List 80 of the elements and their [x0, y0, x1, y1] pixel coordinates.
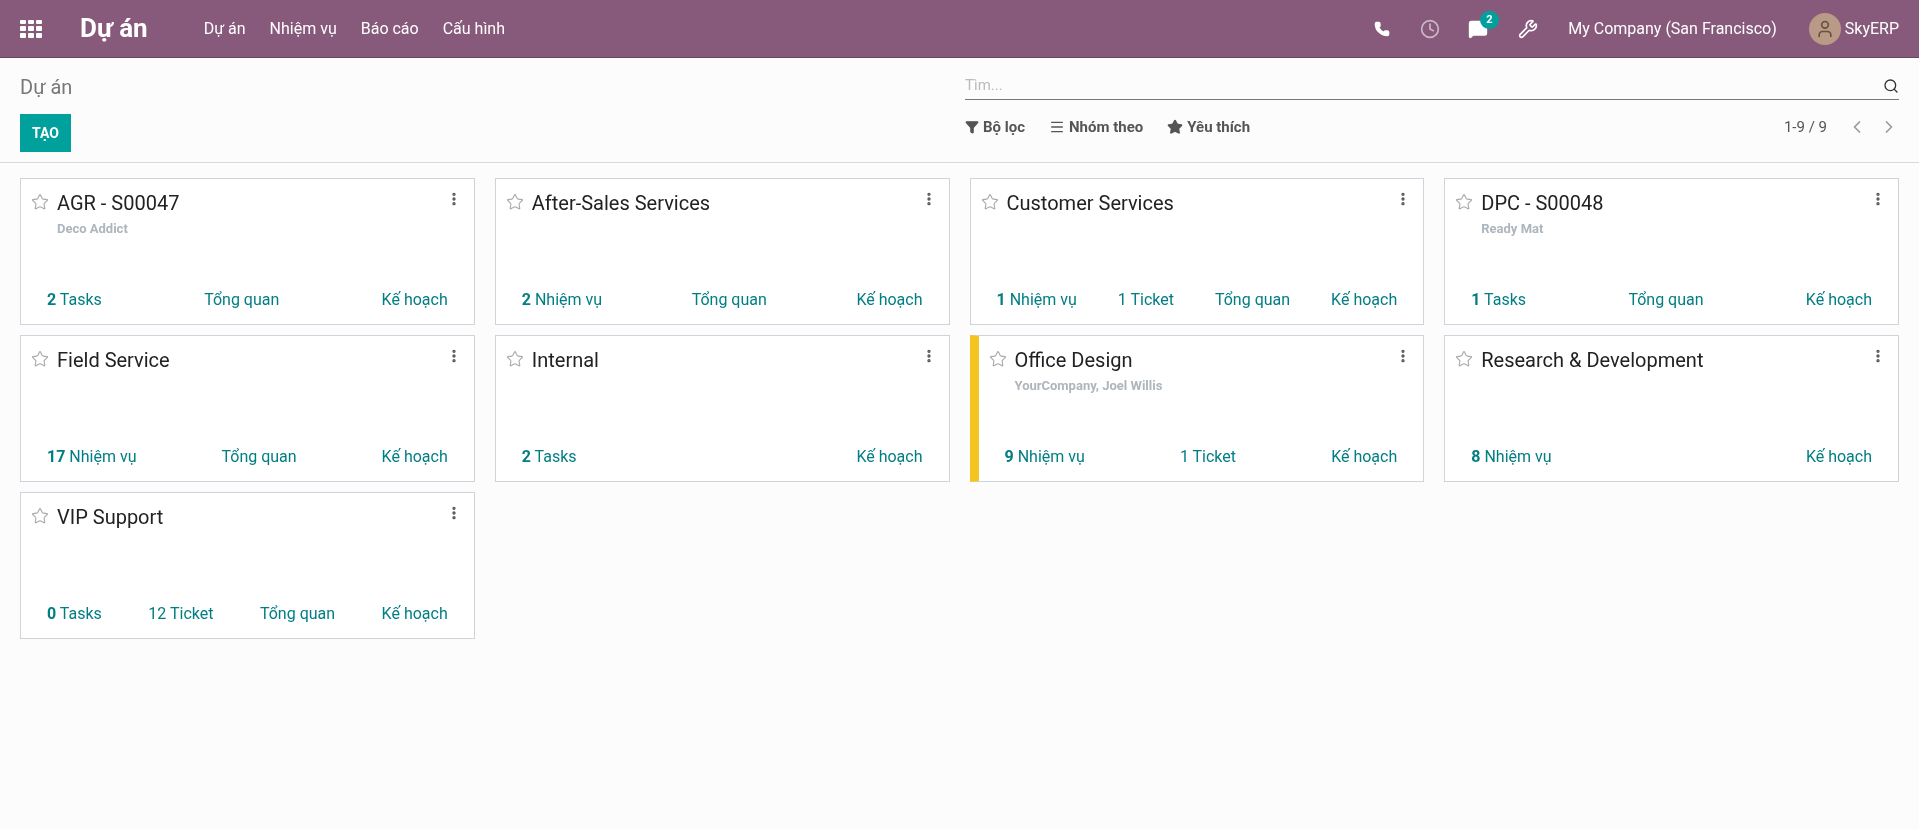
project-link[interactable]: 1 Nhiệm vụ: [996, 288, 1077, 312]
menu-item[interactable]: Báo cáo: [360, 16, 419, 41]
project-link[interactable]: 2 Nhiệm vụ: [521, 288, 603, 312]
project-card[interactable]: After-Sales Services 2 Nhiệm vụ Tổng quan Kế hoạch: [494, 178, 950, 325]
menu-item[interactable]: Cấu hình: [442, 16, 505, 41]
star-icon: [1167, 119, 1184, 136]
project-link[interactable]: Tổng quan: [221, 445, 297, 469]
search-option-button[interactable]: Yêu thích: [1167, 116, 1251, 139]
create-button[interactable]: TẠO: [20, 114, 71, 152]
favorite-star-icon[interactable]: [31, 507, 49, 525]
project-link[interactable]: 1 Ticket: [1117, 288, 1174, 312]
menu-item[interactable]: Dự án: [203, 16, 246, 41]
project-link[interactable]: Kế hoạch: [1331, 288, 1398, 312]
project-link[interactable]: Tổng quan: [691, 288, 767, 312]
project-link[interactable]: 12 Ticket: [148, 602, 214, 626]
favorite-star-icon[interactable]: [505, 350, 524, 368]
favorite-star-icon[interactable]: [988, 350, 1007, 368]
project-link[interactable]: Kế hoạch: [381, 445, 448, 469]
clock-icon[interactable]: [1420, 18, 1441, 39]
project-link[interactable]: Kế hoạch: [1805, 288, 1872, 312]
project-card[interactable]: AGR - S00047 Deco Addict 2 Tasks Tổng quan Kế hoạch: [20, 178, 475, 325]
message-count-badge: 2: [1480, 10, 1499, 29]
company-switcher[interactable]: My Company (San Francisco): [1568, 16, 1777, 41]
customer-name: Ready Mat: [1481, 220, 1545, 238]
search-option-button[interactable]: Bộ lọc: [965, 116, 1026, 139]
project-link[interactable]: 8 Nhiệm vụ: [1471, 445, 1552, 469]
search-field[interactable]: Tìm...: [965, 74, 1883, 97]
project-link[interactable]: Tổng quan: [204, 288, 280, 312]
project-link[interactable]: 9 Nhiệm vụ: [1004, 445, 1085, 469]
project-title: Field Service: [57, 348, 171, 372]
favorite-star-icon[interactable]: [1455, 193, 1474, 211]
phone-icon[interactable]: [1374, 20, 1391, 37]
project-link[interactable]: 1 Tasks: [1471, 288, 1527, 312]
project-link[interactable]: 17 Nhiệm vụ: [47, 445, 137, 469]
favorite-star-icon[interactable]: [980, 193, 999, 211]
project-link[interactable]: Kế hoạch: [1331, 445, 1398, 469]
search-option-button[interactable]: Nhóm theo: [1049, 116, 1144, 139]
favorite-star-icon[interactable]: [31, 350, 49, 368]
project-link[interactable]: Kế hoạch: [856, 288, 923, 312]
favorite-star-icon[interactable]: [31, 193, 49, 211]
project-card[interactable]: DPC - S00048 Ready Mat 1 Tasks Tổng quan Kế hoạch: [1444, 178, 1899, 325]
project-title: Office Design: [1014, 348, 1134, 372]
customer-name: YourCompany, Joel Willis: [1014, 377, 1164, 395]
project-link[interactable]: 1 Ticket: [1179, 445, 1237, 469]
project-card[interactable]: Field Service 17 Nhiệm vụ Tổng quan Kế hoạch: [20, 335, 475, 482]
project-title: DPC - S00048: [1481, 191, 1605, 215]
app-title: Dự án: [80, 12, 148, 45]
project-card[interactable]: Office Design YourCompany, Joel Willis 9 Nhiệm vụ 1 Ticket Kế hoạch: [969, 335, 1425, 482]
project-link[interactable]: Tổng quan: [1214, 288, 1291, 312]
project-title: Internal: [531, 348, 600, 372]
project-title: After-Sales Services: [531, 191, 712, 215]
favorite-star-icon[interactable]: [1455, 350, 1474, 368]
project-title: Research & Development: [1481, 348, 1705, 372]
project-link[interactable]: Kế hoạch: [856, 445, 923, 469]
project-title: Customer Services: [1006, 191, 1175, 215]
project-title: VIP Support: [57, 505, 165, 529]
user-name[interactable]: SkyERP: [1844, 16, 1899, 41]
project-link[interactable]: 0 Tasks: [47, 602, 102, 626]
project-link[interactable]: 2 Tasks: [47, 288, 102, 312]
search-icon[interactable]: [1883, 77, 1899, 94]
pager-value: 1-9 / 9: [1783, 117, 1827, 138]
project-link[interactable]: Kế hoạch: [1805, 445, 1872, 469]
project-link[interactable]: Tổng quan: [1628, 288, 1704, 312]
project-title: AGR - S00047: [57, 191, 181, 215]
menu-item[interactable]: Nhiệm vụ: [269, 16, 337, 41]
project-link[interactable]: Tổng quan: [259, 602, 336, 626]
project-card[interactable]: Internal 2 Tasks Kế hoạch: [494, 335, 950, 482]
project-card[interactable]: Research & Development 8 Nhiệm vụ Kế hoạch: [1444, 335, 1899, 482]
favorite-star-icon[interactable]: [505, 193, 524, 211]
breadcrumb: Dự án: [20, 74, 74, 101]
project-link[interactable]: Kế hoạch: [381, 288, 448, 312]
project-card[interactable]: Customer Services 1 Nhiệm vụ 1 Ticket Tổng quan Kế hoạch: [969, 178, 1425, 325]
filter-icon: [965, 120, 979, 135]
tools-icon[interactable]: [1518, 18, 1539, 39]
user-avatar[interactable]: [1808, 12, 1841, 45]
project-link[interactable]: Kế hoạch: [381, 602, 448, 626]
project-card[interactable]: VIP Support 0 Tasks 12 Ticket Tổng quan Kế hoạch: [20, 492, 475, 639]
project-link[interactable]: 2 Tasks: [521, 445, 577, 469]
apps-menu-icon[interactable]: [20, 19, 42, 38]
customer-name: Deco Addict: [57, 220, 129, 238]
